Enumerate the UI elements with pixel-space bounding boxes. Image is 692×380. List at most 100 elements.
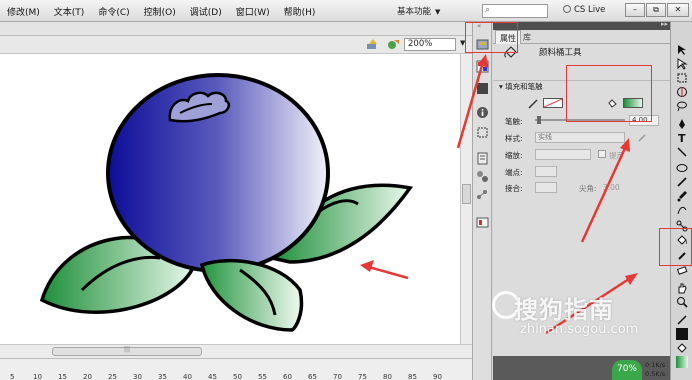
info-panel-icon[interactable] [476, 106, 489, 119]
menu-help[interactable]: 帮助(H) [277, 5, 323, 18]
menu-modify[interactable]: 修改(M) [0, 5, 47, 18]
swatches-panel-icon[interactable] [476, 82, 489, 95]
line-tool[interactable] [676, 146, 688, 158]
actions-panel-icon[interactable] [476, 216, 489, 229]
no-color-icon [543, 98, 563, 108]
free-transform-tool[interactable] [676, 72, 688, 84]
join-label: 接合: [505, 184, 523, 193]
components-panel-icon[interactable] [476, 152, 489, 165]
ruler-tick: 90 [433, 373, 442, 380]
hand-icon [678, 283, 687, 294]
oval-icon [676, 164, 688, 172]
highlight-box-fill-swatch [566, 65, 652, 122]
search-icon: ⌕ [485, 5, 491, 15]
stage-horizontal-scrollbar[interactable]: ||| [0, 344, 472, 358]
subselection-tool[interactable] [676, 58, 688, 70]
pencil-tool[interactable] [676, 176, 688, 188]
edit-scene-icon[interactable] [386, 38, 400, 51]
ruler-tick: 20 [83, 373, 92, 380]
transform-panel-icon[interactable] [476, 126, 489, 139]
deco-icon [677, 206, 687, 215]
cs-live-button[interactable]: CS Live [563, 5, 605, 15]
restore-button[interactable]: ⧉ [646, 3, 666, 17]
brush-tool[interactable] [676, 190, 688, 202]
help-search-input[interactable]: ⌕ [482, 4, 548, 18]
stage-canvas[interactable] [0, 54, 460, 344]
3d-rotation-tool[interactable] [676, 86, 688, 98]
library-panel-icon[interactable] [476, 170, 489, 183]
subselect-arrow-icon [677, 58, 688, 70]
brush-icon [677, 191, 687, 202]
close-button[interactable]: ✕ [667, 3, 689, 17]
oval-tool[interactable] [676, 162, 688, 174]
ruler-tick: 50 [233, 373, 242, 380]
stroke-color-chip[interactable] [676, 328, 688, 340]
motion-presets-icon[interactable] [476, 188, 489, 201]
scale-label: 缩放: [505, 151, 523, 160]
panel-menu-icon[interactable]: ▸▸ [661, 20, 668, 28]
stroke-style-select[interactable]: 实线 [535, 132, 625, 143]
color-panel-icon[interactable] [476, 60, 489, 73]
ruler-tick: 40 [183, 373, 192, 380]
text-tool[interactable]: T [676, 132, 688, 145]
miter-label: 尖角: [579, 184, 597, 193]
deco-tool[interactable] [676, 204, 688, 216]
hand-tool[interactable] [676, 282, 688, 294]
stroke-color-tool[interactable] [676, 314, 688, 326]
lasso-tool[interactable] [676, 100, 688, 112]
minimize-button[interactable]: – [625, 3, 645, 17]
zoom-tool[interactable] [676, 296, 688, 308]
fill-color-tool[interactable] [676, 342, 688, 354]
panel-header: ▸▸ [493, 20, 670, 30]
scale-select[interactable] [535, 149, 591, 160]
blueberry-drawing[interactable] [0, 54, 460, 344]
timeline-ruler[interactable]: 5 10 15 20 25 30 35 40 45 50 55 60 65 70… [0, 358, 472, 380]
stroke-slider-thumb[interactable] [537, 116, 541, 124]
network-speed: 0.1K/s 0.5K/s [645, 361, 665, 379]
lasso-icon [677, 101, 687, 112]
ruler-tick: 35 [158, 373, 167, 380]
menu-items: 修改(M) 文本(T) 命令(C) 控制(O) 调试(D) 窗口(W) 帮助(H… [0, 0, 322, 22]
ruler-tick: 75 [358, 373, 367, 380]
menu-control[interactable]: 控制(O) [137, 5, 183, 18]
edit-symbols-icon[interactable] [366, 38, 380, 51]
ruler-tick: 15 [58, 373, 67, 380]
panel-footer [493, 356, 670, 380]
leaf-bottom [199, 258, 304, 332]
chevron-down-icon: ▼ [435, 8, 441, 16]
stroke-label: 笔触: [505, 117, 523, 126]
menu-text[interactable]: 文本(T) [47, 5, 92, 18]
tools-panel: T [670, 22, 692, 380]
menu-window[interactable]: 窗口(W) [229, 5, 277, 18]
cap-select[interactable] [535, 166, 557, 177]
fill-color-chip[interactable] [676, 356, 688, 368]
menu-debug[interactable]: 调试(D) [183, 5, 229, 18]
zoom-icon [677, 297, 688, 308]
edit-stroke-style-icon[interactable] [637, 133, 647, 143]
network-percent-badge: 70% [612, 360, 642, 380]
scroll-thumb[interactable] [462, 184, 471, 204]
ruler-tick: 5 [10, 373, 15, 380]
style-label: 样式: [505, 134, 523, 143]
join-select[interactable] [535, 182, 557, 193]
stage-vertical-scrollbar[interactable] [460, 54, 472, 344]
pencil-icon [677, 177, 687, 187]
pen-tool[interactable] [676, 118, 688, 130]
grip-icon: ||| [124, 346, 131, 353]
menu-commands[interactable]: 命令(C) [91, 5, 136, 18]
ruler-tick: 25 [108, 373, 117, 380]
selection-tool[interactable] [676, 44, 688, 56]
highlight-box-properties-tab [465, 22, 518, 53]
stroke-color-swatch[interactable] [543, 98, 563, 108]
hint-label: 提示 [609, 151, 624, 160]
ruler-tick: 70 [333, 373, 342, 380]
cap-label: 端点: [505, 168, 523, 177]
window-controls: – ⧉ ✕ [625, 3, 689, 17]
zoom-select[interactable]: 200% [404, 38, 456, 51]
hint-checkbox[interactable] [598, 150, 606, 158]
workspace-switcher[interactable]: 基本功能 ▼ [397, 5, 440, 17]
text-icon: T [678, 132, 686, 145]
cs-live-label: CS Live [574, 5, 606, 15]
tab-library[interactable]: 库 [519, 30, 535, 44]
menu-bar: 修改(M) 文本(T) 命令(C) 控制(O) 调试(D) 窗口(W) 帮助(H… [0, 0, 692, 22]
